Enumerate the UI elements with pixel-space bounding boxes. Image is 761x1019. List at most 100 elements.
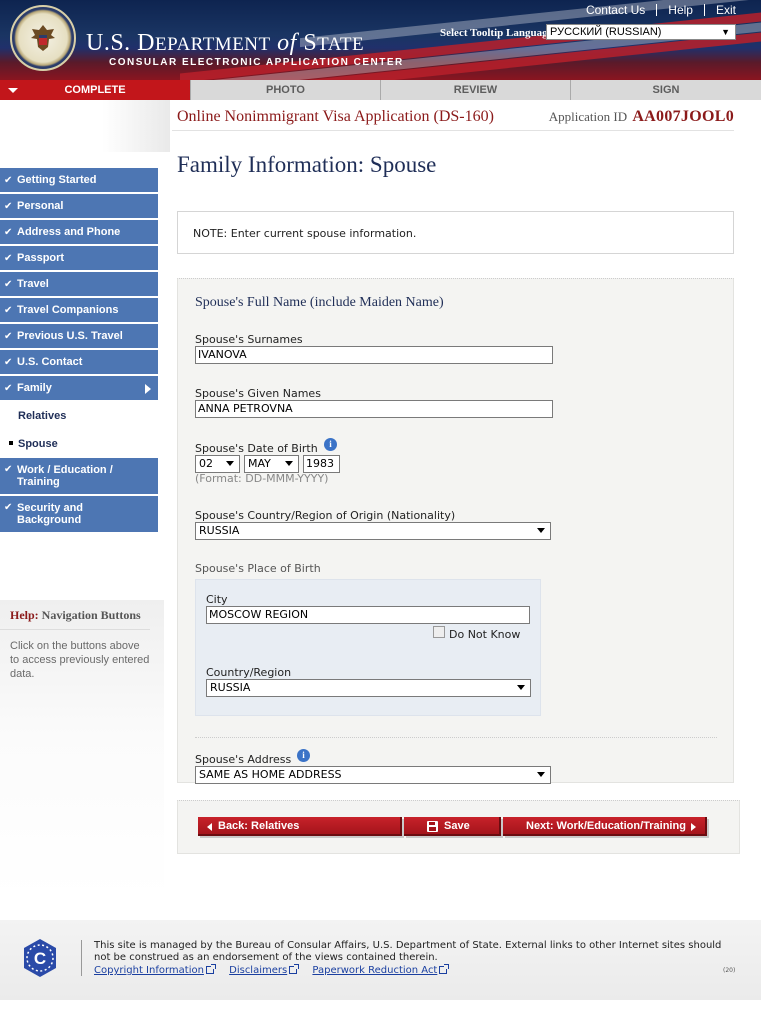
section-title: Spouse's Full Name (include Maiden Name) [195,295,444,310]
checkmark-icon: ✔ [4,464,13,475]
checkmark-icon: ✔ [4,304,13,316]
right-arrow-icon [145,384,151,394]
application-id-value: AA007JOOL0 [632,108,734,125]
checkmark-icon: ✔ [4,502,13,513]
help-link[interactable]: Help [656,3,704,16]
back-button[interactable]: Back: Relatives [198,817,402,836]
note-box: NOTE: Enter current spouse information. [177,211,734,254]
divider [0,629,150,630]
nav-us-contact[interactable]: ✔ U.S. Contact [0,350,158,376]
external-link-icon [439,964,450,974]
checkmark-icon: ✔ [4,226,13,238]
birth-country-label: Country/Region [206,666,292,679]
city-input[interactable]: MOSCOW REGION [206,606,530,624]
step-complete: COMPLETE [0,80,191,100]
checkmark-icon: ✔ [4,382,13,394]
paperwork-reduction-link[interactable]: Paperwork Reduction Act [312,964,450,976]
nav-personal[interactable]: ✔ Personal [0,194,158,220]
next-button[interactable]: Next: Work/Education/Training [503,817,707,836]
place-of-birth-box: City MOSCOW REGION Do Not Know Country/R… [195,579,541,716]
nationality-label: Spouse's Country/Region of Origin (Natio… [195,509,456,522]
department-title: U.S. DEPARTMENT of STATE [86,30,365,56]
dropdown-arrow-icon [517,685,525,690]
given-names-label: Spouse's Given Names [195,387,321,400]
dropdown-arrow-icon: ▼ [721,27,730,37]
progress-bar: COMPLETE PHOTO REVIEW SIGN [0,80,761,100]
do-not-know-checkbox[interactable] [433,626,445,638]
checkmark-icon: ✔ [4,330,13,342]
application-id: Application ID AA007JOOL0 [548,108,734,125]
surnames-input[interactable]: IVANOVA [195,346,553,364]
subnav-spouse[interactable]: Spouse [0,430,158,458]
side-navigation: ✔ Getting Started ✔ Personal ✔ Address and … [0,168,158,534]
address-label: Spouse's Address [195,753,292,766]
subnav-relatives[interactable]: Relatives [0,402,158,430]
divider [195,737,717,738]
help-text: Click on the buttons above to access pre… [10,640,150,680]
exit-link[interactable]: Exit [703,3,747,16]
date-format-hint: (Format: DD-MMM-YYYY) [195,472,329,485]
nav-security-background[interactable]: ✔ Security and Background [0,496,158,534]
tooltip-language-label: Select Tooltip Language [440,27,553,39]
step-review: REVIEW [381,80,571,100]
site-header: Contact Us Help Exit U.S. DEPARTMENT of … [0,0,761,80]
place-of-birth-label: Spouse's Place of Birth [195,562,321,575]
department-seal-icon [10,5,76,71]
consular-affairs-logo-icon: C [24,939,56,977]
tooltip-language-select[interactable]: РУССКИЙ (RUSSIAN) ▼ [546,24,736,40]
nav-passport[interactable]: ✔ Passport [0,246,158,272]
contact-us-link[interactable]: Contact Us [575,4,656,16]
dropdown-arrow-icon [226,461,234,466]
external-link-icon [205,964,216,974]
help-title: Help: Navigation Buttons [10,608,141,622]
copyright-link[interactable]: Copyright Information [94,964,216,976]
dropdown-arrow-icon [285,461,293,466]
surnames-label: Spouse's Surnames [195,333,303,346]
nav-shade [0,100,170,152]
disclaimers-link[interactable]: Disclaimers [229,964,300,976]
footer-disclaimer: This site is managed by the Bureau of Co… [94,940,722,963]
down-triangle-icon [8,88,18,93]
step-sign: SIGN [652,84,680,96]
application-title: Online Nonimmigrant Visa Application (DS… [177,108,494,125]
footer-links: Copyright Information Disclaimers Paperw… [94,964,459,976]
nav-family[interactable]: ✔ Family [0,376,158,402]
checkmark-icon: ✔ [4,356,13,368]
nav-previous-us-travel[interactable]: ✔ Previous U.S. Travel [0,324,158,350]
date-of-birth-label: Spouse's Date of Birth [195,442,318,455]
save-button[interactable]: Save [404,817,501,836]
navigation-buttons: Back: Relatives Save Next: Work/Educatio… [177,800,740,854]
given-names-input[interactable]: ANNA PETROVNA [195,400,553,418]
birth-country-select[interactable]: RUSSIA [206,679,531,697]
checkmark-icon: ✔ [4,252,13,264]
nationality-select[interactable]: RUSSIA [195,522,551,540]
nav-address-phone[interactable]: ✔ Address and Phone [0,220,158,246]
checkmark-icon: ✔ [4,174,13,186]
page-code: (20) [723,967,736,974]
address-select[interactable]: SAME AS HOME ADDRESS [195,766,551,784]
svg-text:C: C [34,949,46,968]
city-label: City [206,593,228,606]
nav-getting-started[interactable]: ✔ Getting Started [0,168,158,194]
dropdown-arrow-icon [537,528,545,533]
save-icon [427,821,438,832]
nav-travel-companions[interactable]: ✔ Travel Companions [0,298,158,324]
site-subtitle: CONSULAR ELECTRONIC APPLICATION CENTER [109,57,404,68]
eagle-icon [31,25,55,51]
info-icon[interactable]: i [297,749,310,762]
note-text: NOTE: Enter current spouse information. [193,227,417,240]
nav-work-education-training[interactable]: ✔ Work / Education / Training [0,458,158,496]
spouse-form: Spouse's Full Name (include Maiden Name)… [177,278,734,784]
current-page-bullet-icon [9,441,13,445]
step-photo: PHOTO [191,80,381,100]
nav-travel[interactable]: ✔ Travel [0,272,158,298]
do-not-know-label: Do Not Know [449,628,521,641]
info-icon[interactable]: i [324,438,337,451]
dropdown-arrow-icon [537,772,545,777]
dob-day-select[interactable]: 02 [195,455,240,473]
external-link-icon [289,964,300,974]
dob-month-select[interactable]: MAY [244,455,299,473]
checkmark-icon: ✔ [4,278,13,290]
site-footer: C This site is managed by the Bureau of … [0,920,761,1000]
dob-year-input[interactable]: 1983 [303,455,340,473]
